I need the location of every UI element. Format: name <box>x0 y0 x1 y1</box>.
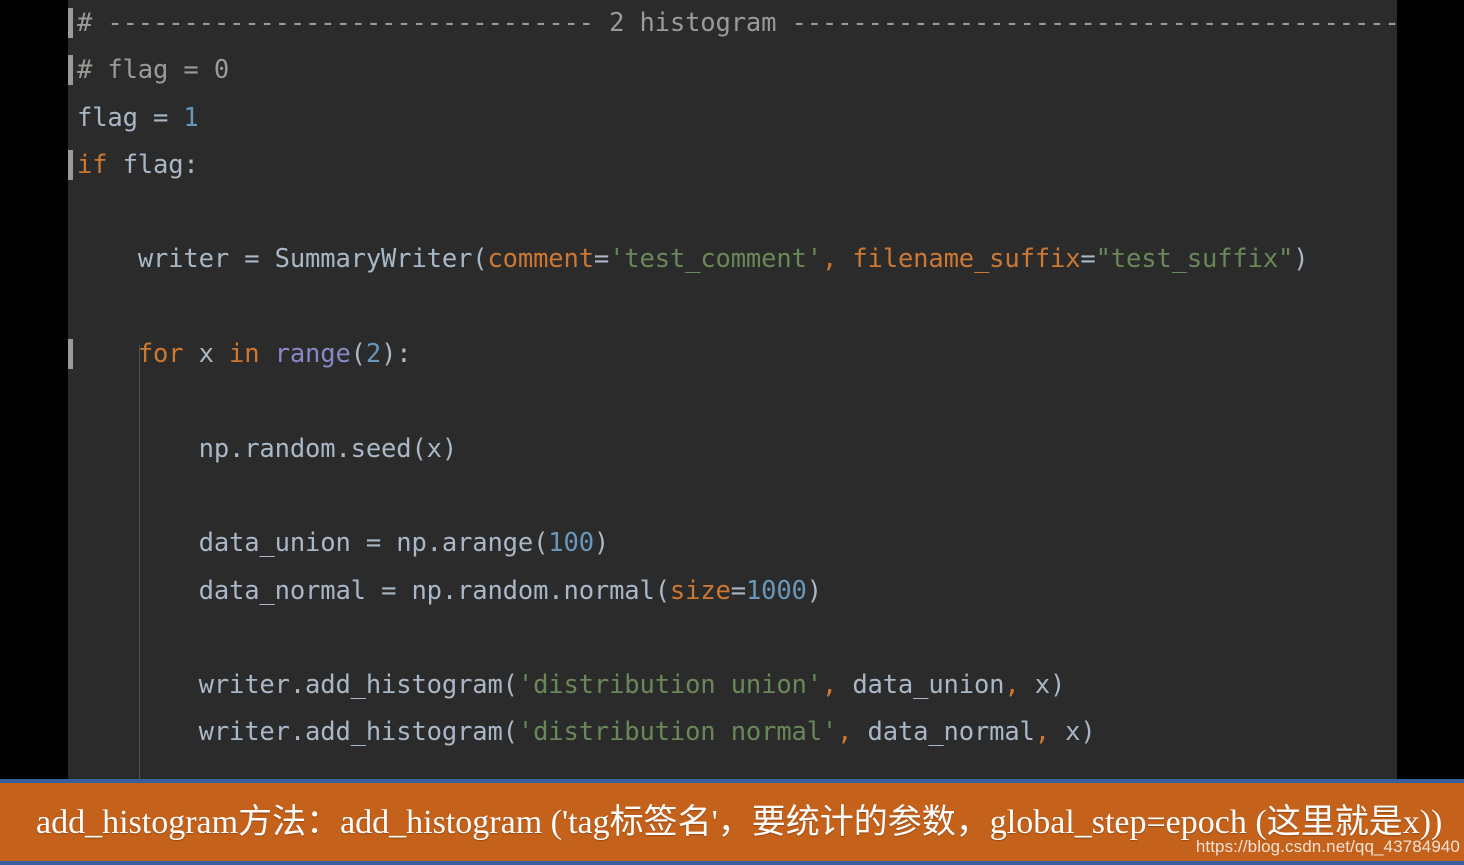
caption-banner: add_histogram方法：add_histogram ('tag标签名'，… <box>0 779 1464 865</box>
code-token: ) <box>806 575 822 606</box>
code-token: , <box>821 670 853 701</box>
code-token: data_union <box>198 528 366 559</box>
code-token: size <box>669 575 731 606</box>
line-for-range[interactable]: for x in range(2): <box>68 331 1397 378</box>
code-token: , <box>1004 670 1035 701</box>
line-blank-5[interactable] <box>68 615 1397 662</box>
code-token: 'test_comment' <box>609 244 822 275</box>
line-blank-2[interactable] <box>68 284 1397 331</box>
line-blank-3[interactable] <box>68 378 1397 425</box>
line-writer-summarywriter[interactable]: writer = SummaryWriter(comment='test_com… <box>68 236 1397 283</box>
code-token: x <box>183 339 230 370</box>
code-token: flag <box>77 102 154 133</box>
line-flag-assign[interactable]: flag = 1 <box>68 95 1397 142</box>
code-token: = <box>730 575 746 606</box>
code-token: , <box>837 717 868 748</box>
line-add-histogram-union[interactable]: writer.add_histogram('distribution union… <box>68 662 1397 709</box>
code-token: np.random.normal <box>411 575 655 606</box>
code-token: ) <box>1080 717 1096 748</box>
code-token: ( <box>654 575 670 606</box>
code-token: for <box>137 339 184 370</box>
code-token: , <box>821 244 853 275</box>
line-add-histogram-normal[interactable]: writer.add_histogram('distribution norma… <box>68 709 1397 756</box>
code-token: ( <box>411 433 427 464</box>
code-token: , <box>1034 717 1066 748</box>
code-token: "test_suffix" <box>1095 244 1294 275</box>
code-token: if <box>77 149 108 180</box>
line-if-flag[interactable]: if flag: <box>68 142 1397 189</box>
line-comment-header[interactable]: # -------------------------------- 2 his… <box>68 0 1397 47</box>
line-blank-1[interactable] <box>68 189 1397 236</box>
code-token: writer <box>137 244 245 275</box>
code-token: comment <box>487 244 594 275</box>
code-token: ) <box>441 433 458 464</box>
screenshot-root: # -------------------------------- 2 his… <box>0 0 1464 865</box>
code-token: in <box>229 339 260 370</box>
code-token: data_union <box>852 670 1005 701</box>
line-data-normal[interactable]: data_normal = np.random.normal(size=1000… <box>68 568 1397 615</box>
code-token: flag <box>107 149 184 180</box>
code-token: x <box>426 433 442 464</box>
code-token: data_normal <box>198 575 382 606</box>
code-token: : <box>396 339 412 370</box>
code-token: # -------------------------------- 2 his… <box>77 8 1397 38</box>
code-token: 'distribution union' <box>517 670 822 701</box>
code-token: range <box>274 339 351 370</box>
csdn-watermark: https://blog.csdn.net/qq_43784940 <box>1195 837 1460 856</box>
code-token: # flag = 0 <box>77 55 230 86</box>
line-data-union[interactable]: data_union = np.arange(100) <box>68 520 1397 567</box>
code-token: 'distribution normal' <box>517 717 838 748</box>
code-token: np.random.seed <box>198 433 412 464</box>
code-token: SummaryWriter <box>274 244 473 275</box>
code-token: 1000 <box>745 575 807 606</box>
code-token: 100 <box>548 528 594 559</box>
code-lines-container[interactable]: # -------------------------------- 2 his… <box>68 0 1397 757</box>
code-token: writer.add_histogram <box>198 670 503 701</box>
line-blank-4[interactable] <box>68 473 1397 520</box>
code-token: filename_suffix <box>852 244 1081 275</box>
code-token: ( <box>350 339 366 370</box>
code-token: : <box>183 149 199 180</box>
code-token: ( <box>502 717 518 748</box>
code-token: = <box>244 244 275 275</box>
code-token: ) <box>1049 670 1066 701</box>
line-np-seed[interactable]: np.random.seed(x) <box>68 426 1397 473</box>
code-token: writer.add_histogram <box>198 717 503 748</box>
code-token: ) <box>381 339 397 370</box>
code-token: ) <box>1293 244 1309 275</box>
code-token: 1 <box>183 102 199 133</box>
code-token: x <box>1065 717 1081 748</box>
code-token: = <box>1080 244 1096 275</box>
code-token: np.arange <box>396 528 534 559</box>
code-token: = <box>153 102 184 133</box>
code-token: = <box>381 575 412 606</box>
code-token: data_normal <box>867 717 1035 748</box>
line-comment-flag-zero[interactable]: # flag = 0 <box>68 47 1397 94</box>
code-token: = <box>365 528 397 559</box>
code-token: ( <box>502 670 518 701</box>
code-token: ( <box>533 528 549 559</box>
code-editor-pane[interactable]: # -------------------------------- 2 his… <box>68 0 1397 779</box>
code-token: ( <box>472 244 488 275</box>
code-token: = <box>593 244 610 275</box>
code-token: 2 <box>365 339 382 370</box>
code-token: ) <box>593 528 610 559</box>
code-token: x <box>1034 670 1050 701</box>
indent-guide-line <box>139 345 140 779</box>
